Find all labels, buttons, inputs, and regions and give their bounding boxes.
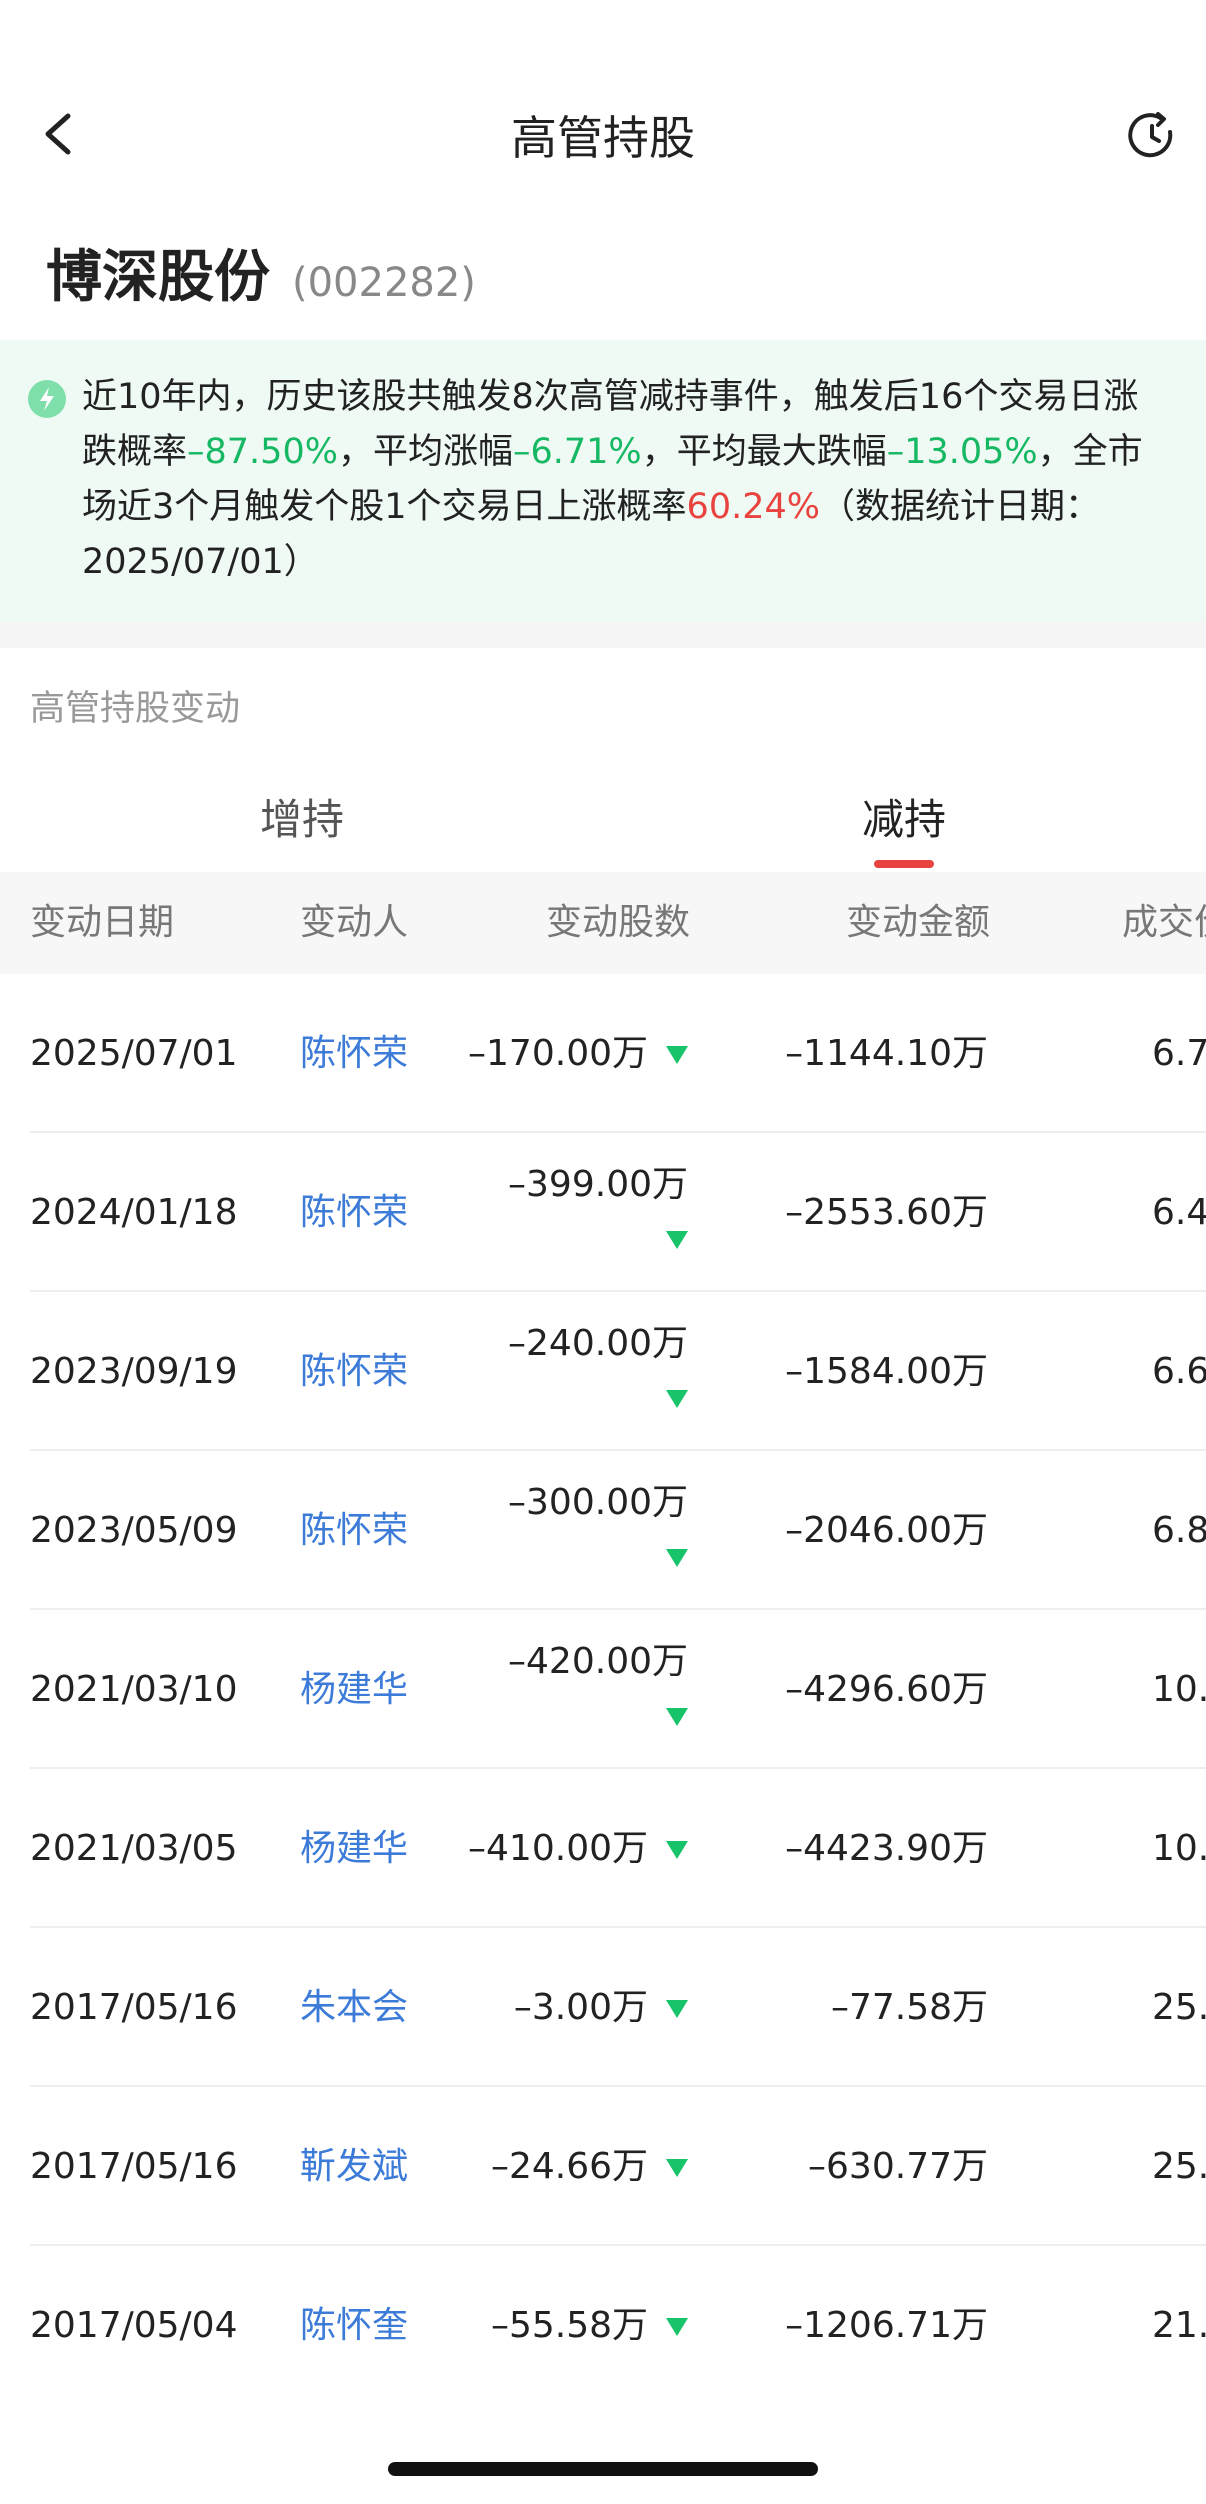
nav-bar: 高管持股 (0, 80, 1206, 190)
column-header-shares: 变动股数 (546, 902, 691, 943)
row-shares: –420.00万 (508, 1641, 688, 1682)
tab-increase[interactable]: 增持 (260, 786, 344, 847)
row-amount: –2046.00万 (785, 1510, 988, 1551)
row-shares: –399.00万 (508, 1164, 688, 1205)
column-header-person: 变动人 (300, 902, 409, 943)
row-price: 6.40 (1152, 1192, 1206, 1233)
row-price: 6.82 (1152, 1510, 1206, 1551)
insight-banner: 近10年内，历史该股共触发8次高管减持事件，触发后16个交易日涨跌概率–87.5… (0, 340, 1206, 622)
down-triangle-icon (666, 1708, 688, 1726)
tab-decrease[interactable]: 减持 (862, 786, 946, 847)
down-triangle-icon (666, 2159, 688, 2177)
up-probability: 60.24% (686, 487, 821, 527)
row-date: 2017/05/16 (30, 1987, 238, 2028)
row-date: 2023/09/19 (30, 1351, 238, 1392)
table-row[interactable]: 2017/05/16 朱本会 –3.00万 –77.58万 25.86 (0, 1928, 1206, 2087)
row-shares: –410.00万 (468, 1769, 688, 1928)
max-drop: –13.05% (886, 432, 1038, 472)
table-row[interactable]: 2023/09/19 陈怀荣 –240.00万 –1584.00万 6.60 (0, 1292, 1206, 1451)
row-shares: –55.58万 (491, 2246, 688, 2405)
row-person-link[interactable]: 朱本会 (300, 1928, 408, 2087)
row-person-link[interactable]: 陈怀荣 (300, 974, 408, 1133)
lightning-icon (28, 380, 66, 418)
down-triangle-icon (666, 1231, 688, 1249)
row-shares-value: –170.00万 (468, 1033, 648, 1074)
table-row[interactable]: 2023/05/09 陈怀荣 –300.00万 –2046.00万 6.82 (0, 1451, 1206, 1610)
row-amount: –77.58万 (830, 1987, 988, 2028)
stock-header: 博深股份 (002282) (46, 232, 476, 310)
section-divider (0, 622, 1206, 648)
row-amount: –4423.90万 (785, 1828, 988, 1869)
table-row[interactable]: 2017/05/04 陈怀奎 –55.58万 –1206.71万 21.71 (0, 2246, 1206, 2405)
down-triangle-icon (666, 2318, 688, 2336)
row-price: 10.79 (1152, 1828, 1206, 1869)
row-amount: –630.77万 (808, 2146, 988, 2187)
row-amount: –1144.10万 (785, 1033, 988, 1074)
home-indicator[interactable] (388, 2462, 818, 2476)
row-date: 2024/01/18 (30, 1192, 238, 1233)
down-triangle-icon (666, 1390, 688, 1408)
average-change: –6.71% (513, 432, 642, 472)
row-shares-value: –55.58万 (490, 2305, 648, 2346)
column-header-date: 变动日期 (30, 902, 175, 943)
row-date: 2017/05/04 (30, 2305, 238, 2346)
row-date: 2021/03/10 (30, 1669, 238, 1710)
row-price: 25.86 (1152, 1987, 1206, 2028)
row-amount: –4296.60万 (785, 1669, 988, 1710)
down-triangle-icon (666, 1046, 688, 1064)
table-row[interactable]: 2021/03/10 杨建华 –420.00万 –4296.60万 10.23 (0, 1610, 1206, 1769)
table-header: 变动日期 变动人 变动股数 变动金额 成交价 (0, 872, 1206, 974)
row-person-link[interactable]: 杨建华 (300, 1610, 408, 1769)
row-date: 2017/05/16 (30, 2146, 238, 2187)
row-date: 2023/05/09 (30, 1510, 238, 1551)
table-row[interactable]: 2017/05/16 靳发斌 –24.66万 –630.77万 25.58 (0, 2087, 1206, 2246)
column-header-price: 成交价 (1122, 902, 1206, 943)
row-amount: –1584.00万 (785, 1351, 988, 1392)
row-price: 6.60 (1152, 1351, 1206, 1392)
row-person-link[interactable]: 陈怀荣 (300, 1451, 408, 1610)
section-title: 高管持股变动 (30, 689, 241, 729)
column-header-amount: 变动金额 (846, 902, 991, 943)
row-shares: –170.00万 (468, 974, 688, 1133)
table-row[interactable]: 2021/03/05 杨建华 –410.00万 –4423.90万 10.79 (0, 1769, 1206, 1928)
history-refresh-icon[interactable] (1124, 108, 1180, 164)
row-shares: –24.66万 (491, 2087, 688, 2246)
row-date: 2021/03/05 (30, 1828, 238, 1869)
active-tab-indicator (874, 860, 934, 868)
down-probability: –87.50% (187, 432, 338, 472)
row-shares-value: –24.66万 (490, 2146, 648, 2187)
row-person-link[interactable]: 陈怀荣 (300, 1133, 408, 1292)
row-price: 25.58 (1152, 2146, 1206, 2187)
row-person-link[interactable]: 靳发斌 (300, 2087, 408, 2246)
down-triangle-icon (666, 1549, 688, 1567)
insight-text: 近10年内，历史该股共触发8次高管减持事件，触发后16个交易日涨跌概率–87.5… (82, 370, 1172, 590)
row-shares: –240.00万 (508, 1323, 688, 1364)
page-title: 高管持股 (511, 111, 695, 165)
row-price: 21.71 (1152, 2305, 1206, 2346)
row-price: 10.23 (1152, 1669, 1206, 1710)
row-person-link[interactable]: 陈怀奎 (300, 2246, 408, 2405)
insight-text-part: ，平均涨幅 (337, 432, 513, 472)
row-shares-value: –3.00万 (513, 1987, 648, 2028)
down-triangle-icon (666, 1841, 688, 1859)
stock-name: 博深股份 (46, 245, 270, 310)
table-row[interactable]: 2024/01/18 陈怀荣 –399.00万 –2553.60万 6.40 (0, 1133, 1206, 1292)
table-row[interactable]: 2025/07/01 陈怀荣 –170.00万 –1144.10万 6.73 (0, 974, 1206, 1133)
row-shares: –3.00万 (514, 1928, 688, 2087)
down-triangle-icon (666, 2000, 688, 2018)
row-price: 6.73 (1152, 1033, 1206, 1074)
stock-code: (002282) (292, 260, 476, 306)
row-shares-value: –410.00万 (468, 1828, 648, 1869)
row-person-link[interactable]: 陈怀荣 (300, 1292, 408, 1451)
insight-text-part: ，平均最大跌幅 (641, 432, 887, 472)
row-shares: –300.00万 (508, 1482, 688, 1523)
row-date: 2025/07/01 (30, 1033, 238, 1074)
row-person-link[interactable]: 杨建华 (300, 1769, 408, 1928)
row-amount: –1206.71万 (785, 2305, 988, 2346)
row-amount: –2553.60万 (785, 1192, 988, 1233)
